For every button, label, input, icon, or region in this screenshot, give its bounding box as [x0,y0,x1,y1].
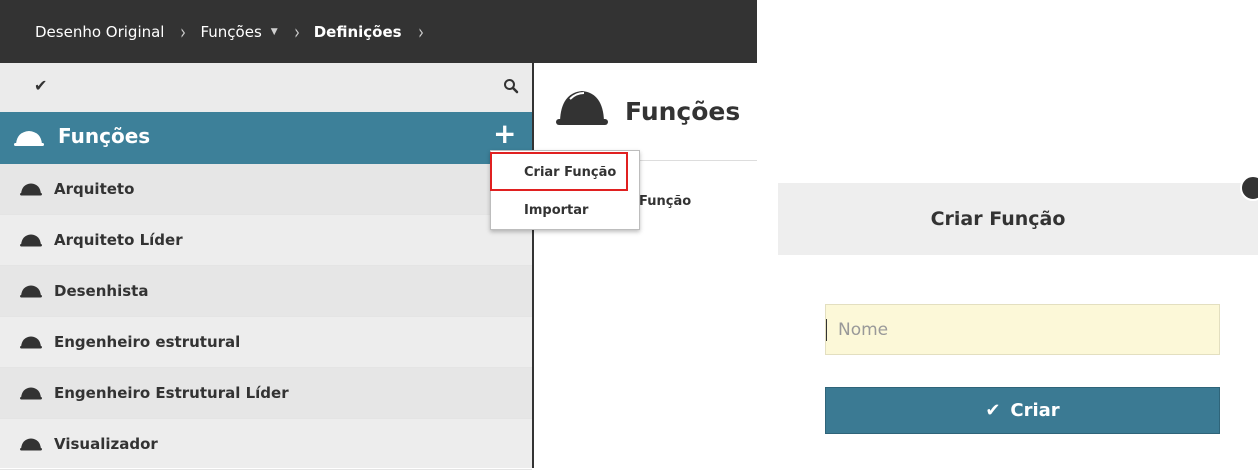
main-pane: Funções Função [536,63,757,468]
breadcrumb-item-desenho-original[interactable]: Desenho Original [35,23,164,41]
list-item-label: Visualizador [54,435,158,453]
sidebar: ✔ Funções + Arquiteto Arquiteto Líder De… [0,63,534,470]
hard-hat-icon [20,183,42,196]
list-item-label: Engenheiro estrutural [54,333,241,351]
create-button[interactable]: ✔ Criar [825,387,1220,434]
breadcrumb-item-label: Funções [200,22,262,41]
hard-hat-icon [556,91,608,125]
sidebar-header: Funções + [0,112,532,164]
add-button[interactable]: + [493,120,516,148]
list-item[interactable]: Desenhista [0,266,532,317]
hard-hat-icon [20,438,42,451]
list-item[interactable]: Arquiteto Líder [0,215,532,266]
list-item-label: Engenheiro Estrutural Líder [54,384,289,402]
sidebar-toolbar: ✔ [0,63,532,113]
hard-hat-icon [20,285,42,298]
breadcrumb-separator: › [417,19,424,44]
chevron-down-icon[interactable]: ▼ [271,27,278,37]
add-dropdown-menu: Criar Função Importar [490,150,640,230]
hard-hat-icon [20,336,42,349]
select-all-check-icon[interactable]: ✔ [34,76,47,95]
menu-item-importar[interactable]: Importar [491,194,639,227]
sidebar-title: Funções [58,124,151,148]
name-input[interactable] [825,304,1220,355]
breadcrumb-item-definicoes[interactable]: Definições [314,23,402,41]
list-item-label: Desenhista [54,282,149,300]
app-window: Desenho Original › Funções ▼ › Definiçõe… [0,0,757,470]
check-icon: ✔ [985,400,1001,421]
page-title: Funções [625,97,741,126]
column-header-funcao[interactable]: Função [639,194,691,209]
hard-hat-icon [20,387,42,400]
dialog-title: Criar Função [930,208,1066,230]
text-cursor [826,319,827,341]
search-icon[interactable] [503,78,519,94]
list-item[interactable]: Arquiteto [0,164,532,215]
create-button-label: Criar [1010,400,1060,421]
breadcrumb-separator: › [180,19,187,44]
breadcrumb-item-funcoes[interactable]: Funções ▼ [200,23,277,41]
list-item[interactable]: Engenheiro estrutural [0,317,532,368]
hard-hat-icon [20,234,42,247]
breadcrumb-separator: › [293,19,300,44]
hard-hat-icon [14,131,44,146]
dialog-header: Criar Função [778,183,1258,255]
menu-item-criar-funcao[interactable]: Criar Função [491,156,639,189]
list-item[interactable]: Visualizador [0,419,532,470]
list-item[interactable]: Engenheiro Estrutural Líder [0,368,532,419]
list-item-label: Arquiteto Líder [54,231,183,249]
create-role-dialog: Criar Função ✔ Criar [778,175,1258,468]
list-item-label: Arquiteto [54,180,135,198]
breadcrumb: Desenho Original › Funções ▼ › Definiçõe… [0,0,757,63]
